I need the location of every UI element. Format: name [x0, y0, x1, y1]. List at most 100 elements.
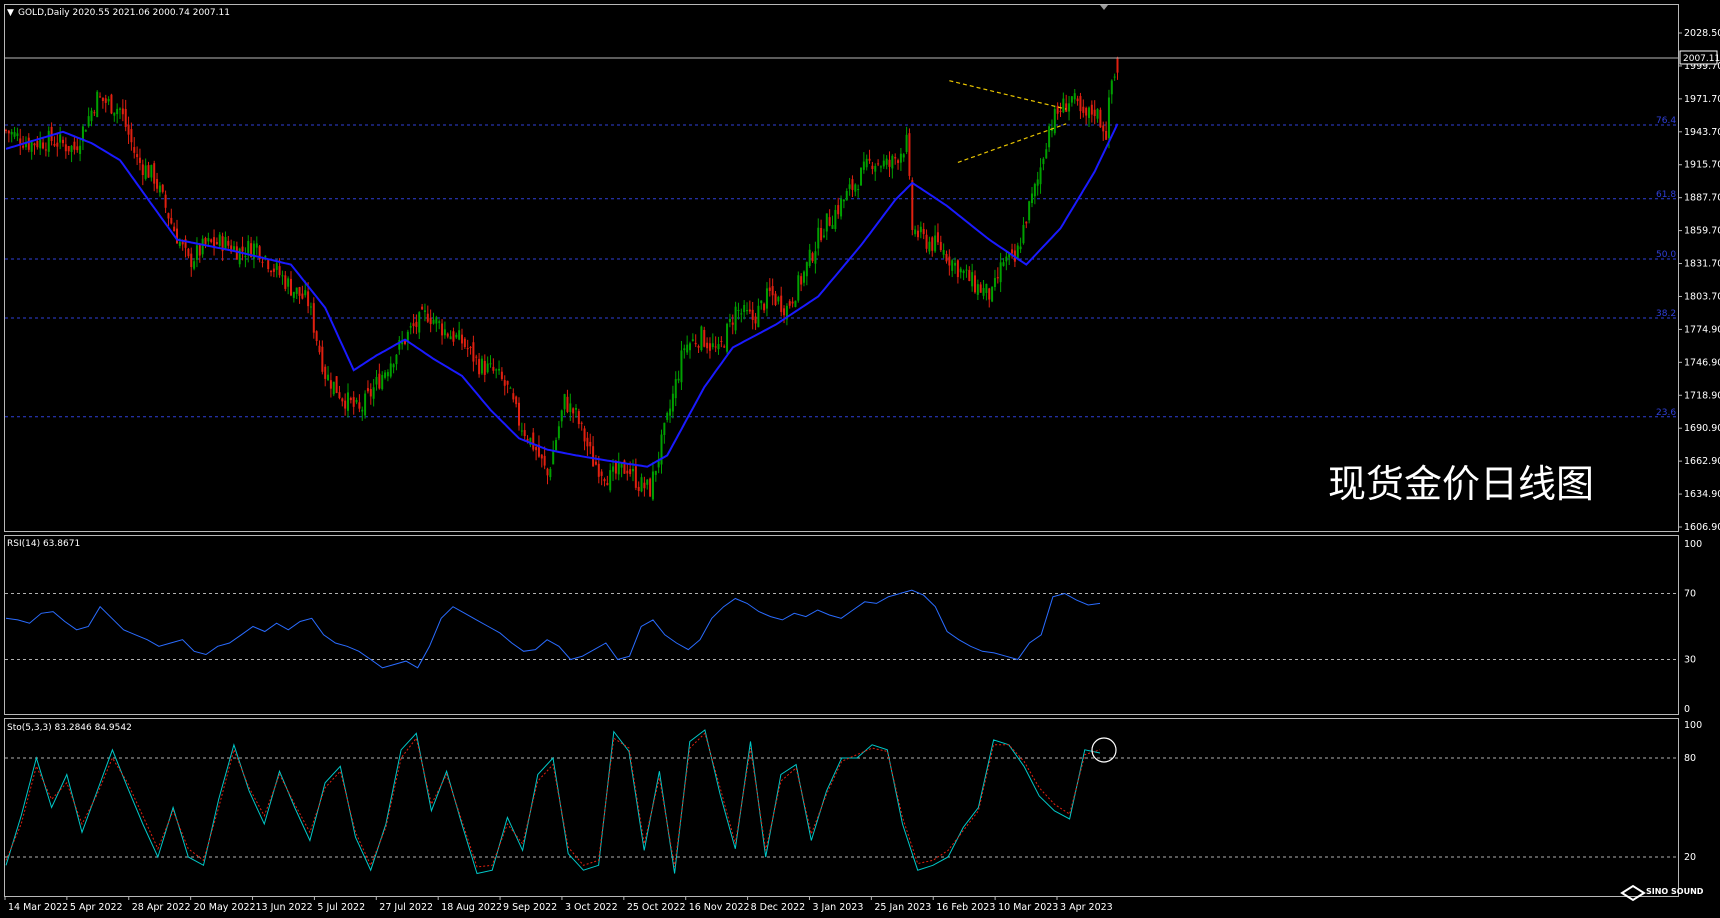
candle-body [207, 238, 210, 242]
candle-body [136, 154, 139, 158]
candle-body [412, 323, 415, 327]
candle-body [429, 317, 432, 325]
candle-body [979, 284, 982, 293]
candle-body [369, 388, 372, 397]
candle-body [860, 167, 862, 186]
date-tick-label: 9 Sep 2022 [503, 902, 557, 913]
candle-body [1093, 109, 1096, 116]
candle-body [244, 255, 247, 258]
candle-body [503, 380, 506, 386]
candle-body [925, 234, 928, 249]
candle-body [7, 130, 10, 134]
candle-body [919, 226, 922, 233]
candle-body [247, 241, 250, 254]
candle-body [30, 141, 33, 152]
candle-body [788, 301, 791, 306]
candle-body [746, 310, 748, 312]
candle-body [694, 342, 697, 345]
rsi-panel[interactable] [4, 535, 1679, 715]
candle-body [1025, 221, 1028, 224]
price-tick-label: 1690.90 [1684, 423, 1720, 434]
price-tick-label: 1887.70 [1684, 193, 1720, 204]
candle-body [597, 463, 600, 477]
candle-body [238, 248, 241, 265]
candle-body [572, 408, 575, 414]
candle-body [697, 346, 700, 348]
candle-body [1107, 97, 1110, 139]
candle-body [53, 143, 56, 146]
stochastic-panel[interactable] [4, 718, 1679, 897]
candle-body [42, 142, 45, 149]
candle-body [389, 363, 392, 377]
candle-body [426, 313, 429, 322]
candle-body [96, 91, 99, 118]
price-tick-label: 1634.90 [1684, 489, 1720, 500]
candle-body [509, 387, 512, 389]
candle-body [1022, 224, 1025, 244]
candle-body [1048, 126, 1051, 148]
candle-body [67, 146, 70, 152]
candle-body [594, 461, 597, 465]
candle-body [765, 288, 768, 309]
candle-body [193, 261, 196, 269]
candle-body [458, 330, 461, 340]
candle-body [116, 108, 119, 115]
candle-body [586, 437, 589, 447]
candle-body [711, 343, 714, 348]
candle-body [227, 240, 230, 246]
candle-body [1053, 109, 1056, 134]
candle-body [153, 163, 156, 184]
candle-body [751, 309, 754, 321]
candle-body [834, 209, 837, 229]
candle-body [911, 180, 914, 230]
candle-body [295, 287, 298, 294]
candle-body [304, 290, 307, 296]
candle-body [825, 213, 828, 232]
candle-body [386, 372, 389, 377]
candle-body [512, 393, 515, 400]
candle-body [996, 277, 999, 279]
candle-body [421, 306, 424, 310]
candle-body [492, 366, 495, 371]
candle-body [546, 468, 549, 476]
candle-body [261, 261, 264, 263]
candle-body [783, 308, 786, 316]
candle-body [874, 165, 877, 172]
candle-body [290, 278, 292, 296]
candle-body [335, 376, 338, 393]
candle-body [566, 396, 569, 412]
date-tick-label: 25 Jan 2023 [874, 902, 931, 913]
candle-body [27, 137, 30, 150]
candle-body [432, 319, 435, 324]
candle-body [563, 394, 566, 410]
candle-body [324, 366, 327, 379]
date-tick-label: 10 Mar 2023 [998, 902, 1058, 913]
candle-body [686, 344, 689, 353]
candle-body [44, 149, 47, 151]
candle-body [119, 108, 121, 110]
candle-body [321, 346, 324, 372]
candle-body [985, 283, 988, 293]
candle-body [743, 305, 746, 313]
fib-label: 50.0 [1656, 250, 1676, 260]
candle-body [532, 432, 535, 450]
candle-body [198, 244, 201, 256]
candle-body [463, 338, 466, 348]
gold-daily-chart[interactable]: 76.461.850.038.223.6 2028.501999.701971.… [0, 0, 1720, 918]
rsi-tick-label: 0 [1684, 704, 1690, 715]
candle-body [1059, 110, 1062, 112]
price-tick-label: 1831.70 [1684, 259, 1720, 270]
candle-body [164, 194, 167, 208]
candle-body [555, 440, 558, 451]
collapse-triangle-icon[interactable]: ▼ [7, 8, 14, 18]
candle-body [187, 248, 190, 257]
candle-body [837, 205, 840, 215]
candle-body [808, 249, 811, 267]
candle-body [1076, 98, 1079, 102]
candle-body [84, 130, 87, 132]
candle-body [1090, 104, 1093, 115]
candle-body [768, 287, 771, 291]
date-tick-label: 3 Jan 2023 [812, 902, 863, 913]
candle-body [956, 260, 959, 278]
date-tick-label: 3 Oct 2022 [565, 902, 618, 913]
